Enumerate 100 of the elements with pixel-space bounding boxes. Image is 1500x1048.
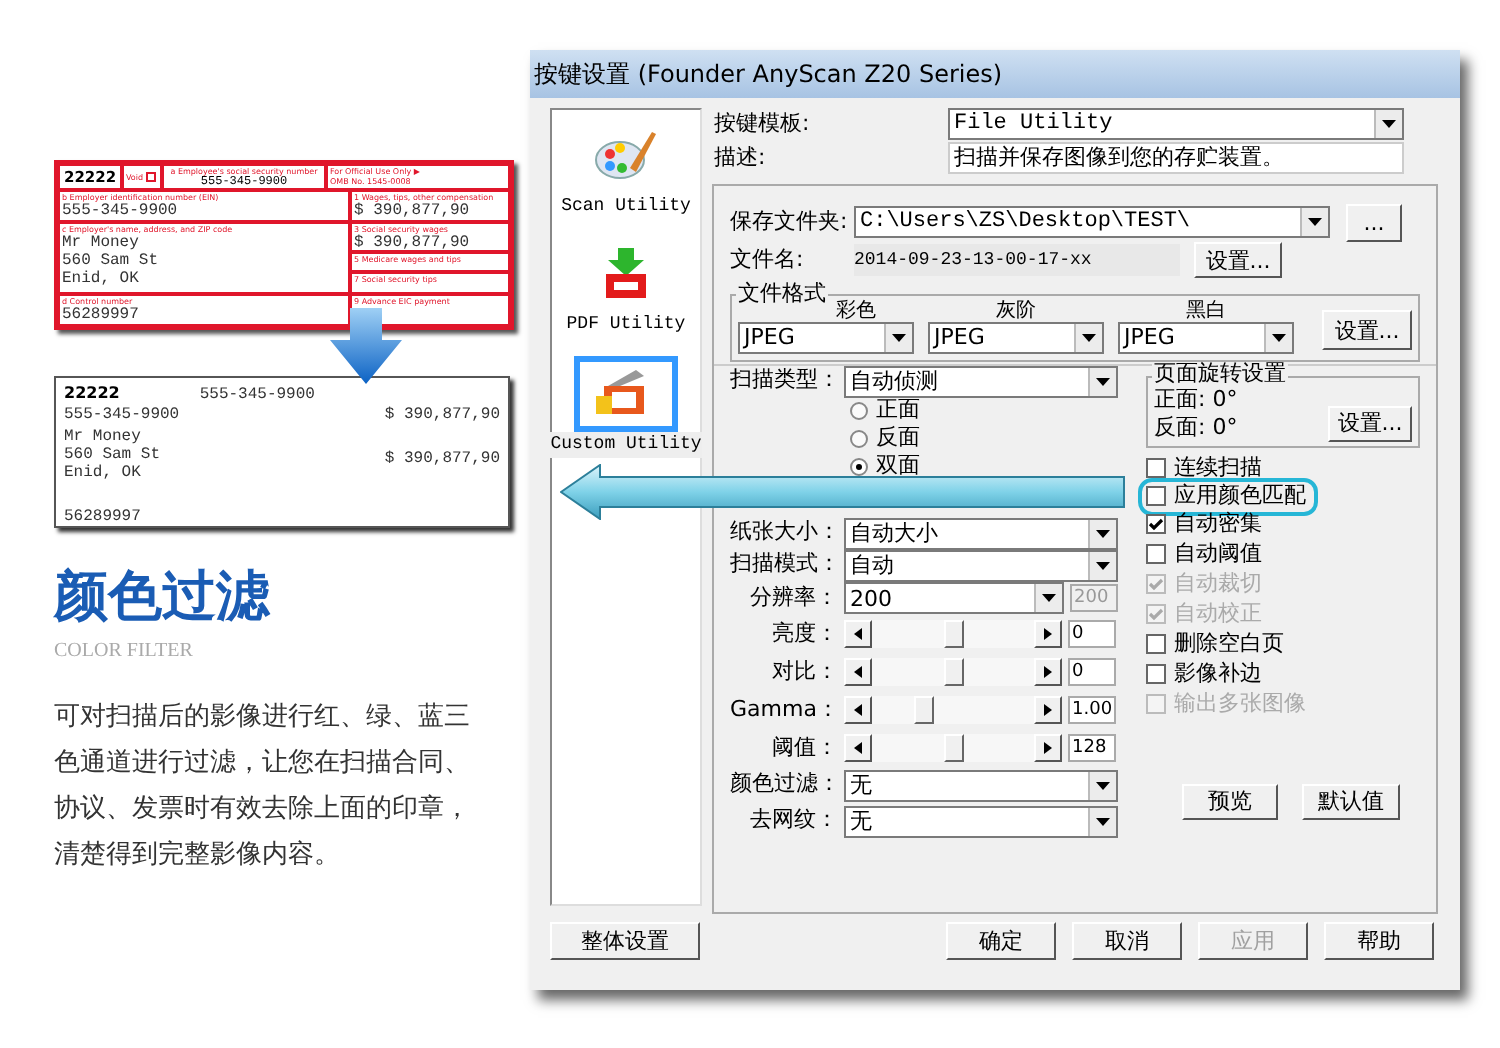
format-dropdown[interactable]: JPEG [928, 321, 1104, 354]
dropdown[interactable]: 无 [844, 769, 1118, 802]
form-value: 560 Sam St [62, 252, 159, 270]
left-triangle-icon [854, 742, 862, 755]
checkbox[interactable] [1146, 486, 1166, 507]
button[interactable]: 取消 [1072, 922, 1182, 961]
field-label: 扫描类型： [730, 364, 842, 397]
dropdown[interactable]: 自动 [844, 549, 1118, 582]
button[interactable]: 设置... [1328, 405, 1412, 442]
scroll-left-button[interactable] [844, 620, 872, 649]
folder-dropdown[interactable]: C:\Users\ZS\Desktop\TEST\ [854, 206, 1330, 239]
form-value: 555-345-9900 [62, 202, 178, 220]
dropdown-caret-icon [1042, 594, 1056, 603]
group-title: 文件格式 [736, 281, 828, 304]
utility-item[interactable]: Scan Utility [552, 117, 700, 221]
slider-thumb[interactable] [943, 658, 963, 687]
dropdown[interactable]: File Utility [948, 108, 1404, 141]
button[interactable]: ... [1346, 203, 1402, 242]
scroll-left-button[interactable] [844, 696, 872, 725]
radio-label: 正面 [876, 394, 920, 426]
checkbox-label: 应用颜色匹配 [1174, 479, 1306, 511]
scroll-right-button[interactable] [1034, 734, 1062, 763]
button[interactable]: 设置... [1322, 310, 1412, 351]
button[interactable]: 默认值 [1302, 783, 1400, 820]
right-triangle-icon [1044, 704, 1052, 717]
right-triangle-icon [1044, 742, 1052, 755]
form-value: $ 390,877,90 [384, 450, 500, 468]
form-value: 56289997 [62, 306, 139, 324]
description-field[interactable]: 扫描并保存图像到您的存贮装置。 [948, 142, 1404, 175]
field-label: 纸张大小： [730, 516, 842, 549]
radio-button[interactable] [850, 458, 868, 477]
button[interactable]: 整体设置 [550, 922, 700, 961]
dropdown-caret-icon [1382, 120, 1396, 129]
column-label: 灰阶 [996, 299, 1036, 322]
format-dropdown[interactable]: JPEG [1118, 321, 1294, 354]
checkbox[interactable] [1146, 664, 1166, 685]
void-box-icon [145, 172, 156, 182]
slider-thumb[interactable] [914, 696, 935, 725]
palette-icon [594, 127, 658, 184]
dropdown[interactable]: 无 [844, 805, 1118, 838]
rotation-back: 反面: 0° [1154, 413, 1238, 442]
left-triangle-icon [854, 628, 862, 641]
window-title: 按键设置 (Founder AnyScan Z20 Series) [534, 57, 1003, 92]
button[interactable]: 设置... [1194, 242, 1282, 279]
rotation-front: 正面: 0° [1154, 385, 1238, 414]
scroll-right-button[interactable] [1034, 696, 1062, 725]
feature-subtitle: COLOR FILTER [54, 638, 195, 666]
dropdown[interactable]: 200 [844, 582, 1064, 615]
left-triangle-icon [854, 704, 862, 717]
form-value: Enid, OK [64, 464, 143, 482]
form-value: 555-345-9900 [64, 406, 180, 424]
field-label: 扫描模式： [730, 548, 842, 581]
right-triangle-icon [1044, 666, 1052, 679]
dropdown-caret-icon [1272, 333, 1286, 342]
feature-description: 可对扫描后的影像进行红、绿、蓝三色通道进行过滤，让您在扫描合同、协议、发票时有效去除上面的印章，清楚得到完整影像内容。 [54, 700, 472, 874]
checkbox-label: 自动阈值 [1174, 537, 1262, 570]
dropdown-caret-icon [1096, 377, 1110, 386]
field-label: 文件名: [730, 243, 806, 276]
checkbox[interactable] [1146, 514, 1166, 535]
checkbox[interactable] [1146, 458, 1166, 479]
form-value: Mr Money [62, 234, 139, 252]
check-icon [1148, 517, 1164, 532]
form-value: 56289997 [64, 508, 141, 526]
feature-title: 颜色过滤 [54, 564, 272, 632]
radio-label: 双面 [876, 450, 920, 483]
checkbox-label: 自动裁切 [1174, 567, 1262, 600]
slider-thumb[interactable] [943, 734, 963, 763]
scroll-right-button[interactable] [1034, 658, 1062, 687]
button[interactable]: 确定 [946, 922, 1056, 961]
form-value: 560 Sam St [64, 446, 161, 464]
form-value: $ 390,877,90 [384, 406, 500, 424]
format-dropdown[interactable]: JPEG [738, 321, 914, 354]
dropdown[interactable]: 自动侦测 [844, 365, 1118, 398]
utility-item[interactable]: PDF Utility [552, 236, 700, 340]
button[interactable]: 帮助 [1324, 922, 1434, 961]
form-value: Enid, OK [62, 270, 139, 288]
file-name-field[interactable]: 2014-09-23-13-00-17-xx [854, 244, 1180, 277]
dropdown-caret-icon [1082, 333, 1096, 342]
radio-label: 反面 [876, 422, 920, 455]
checkbox-label: 删除空白页 [1174, 627, 1284, 660]
dropdown-caret-icon [1308, 218, 1322, 227]
pdf-icon [604, 248, 648, 301]
checkbox[interactable] [1146, 634, 1166, 655]
checkbox[interactable] [1146, 544, 1166, 565]
radio-button[interactable] [850, 430, 868, 449]
left-triangle-icon [854, 666, 862, 679]
slider-thumb[interactable] [943, 620, 963, 649]
checkbox-label: 自动校正 [1174, 597, 1262, 630]
dropdown[interactable]: 自动大小 [844, 517, 1118, 550]
slider-reading: 0 [1068, 658, 1116, 687]
radio-button[interactable] [850, 402, 868, 421]
right-triangle-icon [1044, 628, 1052, 641]
form-value: $ 390,877,90 [354, 234, 470, 252]
slider-reading: 1.00 [1068, 696, 1116, 725]
checkbox-label: 输出多张图像 [1174, 687, 1306, 720]
button[interactable]: 预览 [1182, 783, 1278, 820]
checkbox-label: 影像补边 [1174, 657, 1262, 690]
scroll-left-button[interactable] [844, 734, 872, 763]
scroll-right-button[interactable] [1034, 620, 1062, 649]
scroll-left-button[interactable] [844, 658, 872, 687]
